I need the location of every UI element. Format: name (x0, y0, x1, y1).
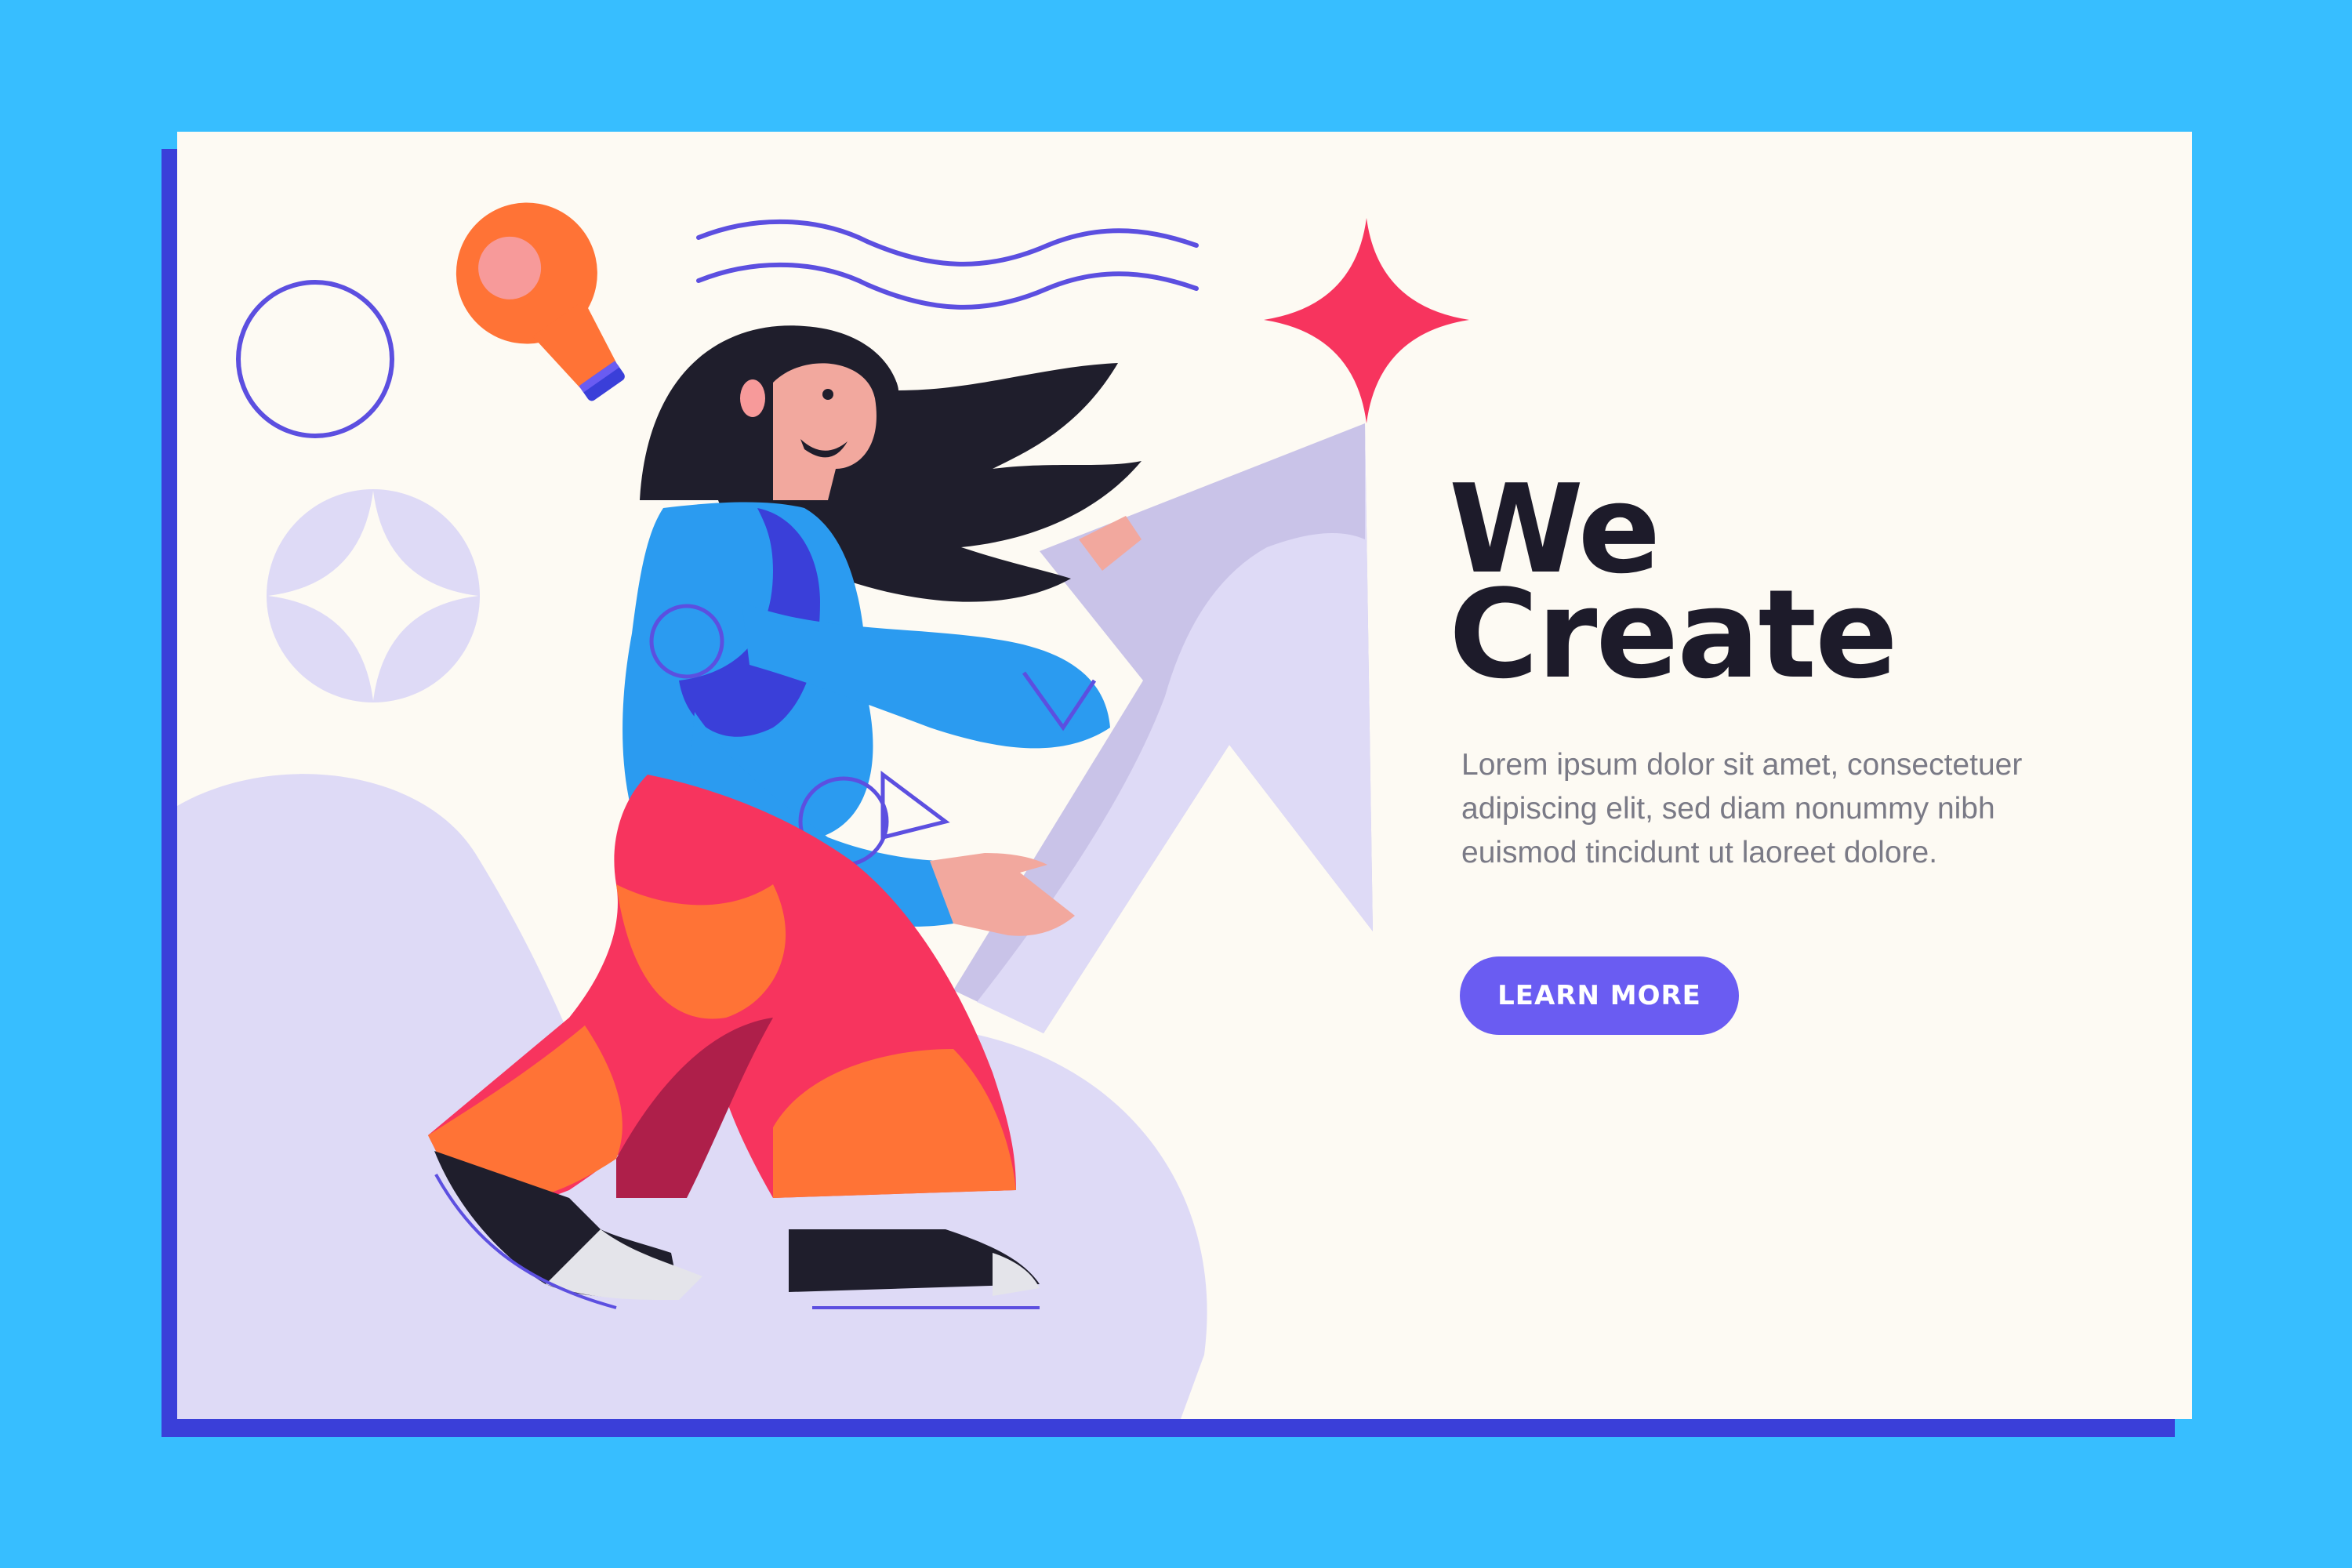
hero-title-line-2: Create (1449, 563, 1898, 706)
hero-description: Lorem ipsum dolor sit amet, consectetuer… (1461, 748, 2023, 869)
hero-card: We Create Lorem ipsum dolor sit amet, co… (177, 132, 2192, 1419)
four-point-star-badge-icon (267, 489, 480, 702)
hero-title: We Create (1449, 468, 1898, 706)
learn-more-button[interactable]: LEARN MORE (1460, 956, 1739, 1035)
circle-outline-icon (236, 280, 394, 438)
sparkle-star-icon (1264, 218, 1469, 423)
wave-lines-icon (696, 219, 1199, 310)
lightbulb-icon (456, 202, 625, 401)
